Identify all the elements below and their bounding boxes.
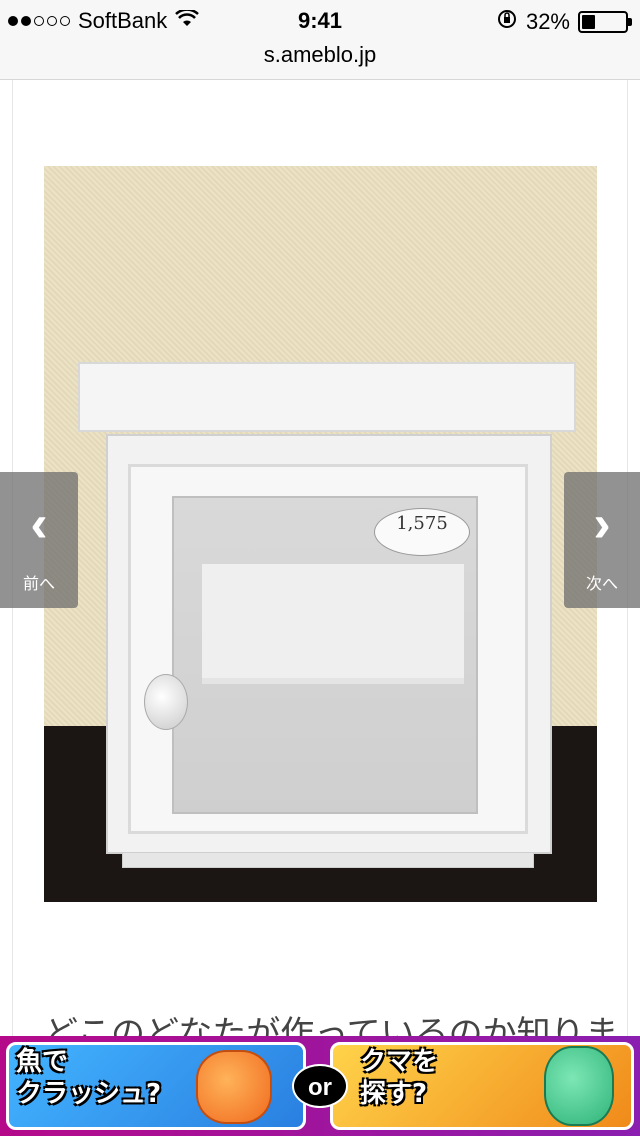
rotation-lock-icon (496, 8, 518, 36)
chevron-right-icon: › (593, 495, 611, 553)
cabinet-top (78, 362, 576, 432)
prev-button[interactable]: ‹ 前へ (0, 472, 78, 608)
ad-or-badge: or (292, 1064, 348, 1108)
gummy-bear-icon (544, 1046, 614, 1126)
prev-label: 前へ (22, 576, 55, 593)
next-button[interactable]: › 次へ (564, 472, 640, 608)
ad-right-caption: クマを 探す? (360, 1047, 439, 1109)
battery-percent: 32% (525, 9, 570, 34)
cabinet-shelf (202, 564, 464, 684)
status-bar: SoftBank 9:41 32% (0, 0, 640, 40)
url-text[interactable]: s.ameblo.jp (264, 42, 377, 67)
address-bar[interactable]: s.ameblo.jp (0, 40, 640, 80)
chevron-left-icon: ‹ (30, 495, 48, 553)
battery-icon (578, 11, 632, 33)
status-right: 32% (496, 8, 632, 36)
cabinet-base (122, 852, 534, 868)
price-tag: 1,575 (374, 508, 470, 556)
ad-banner[interactable]: 魚で クラッシュ? or クマを 探す? (0, 1036, 640, 1136)
cabinet-knob (144, 674, 188, 730)
next-label: 次へ (585, 576, 618, 593)
ad-left-caption: 魚で クラッシュ? (16, 1047, 162, 1109)
post-photo[interactable]: 1,575 (44, 166, 597, 902)
fish-icon (196, 1050, 272, 1124)
